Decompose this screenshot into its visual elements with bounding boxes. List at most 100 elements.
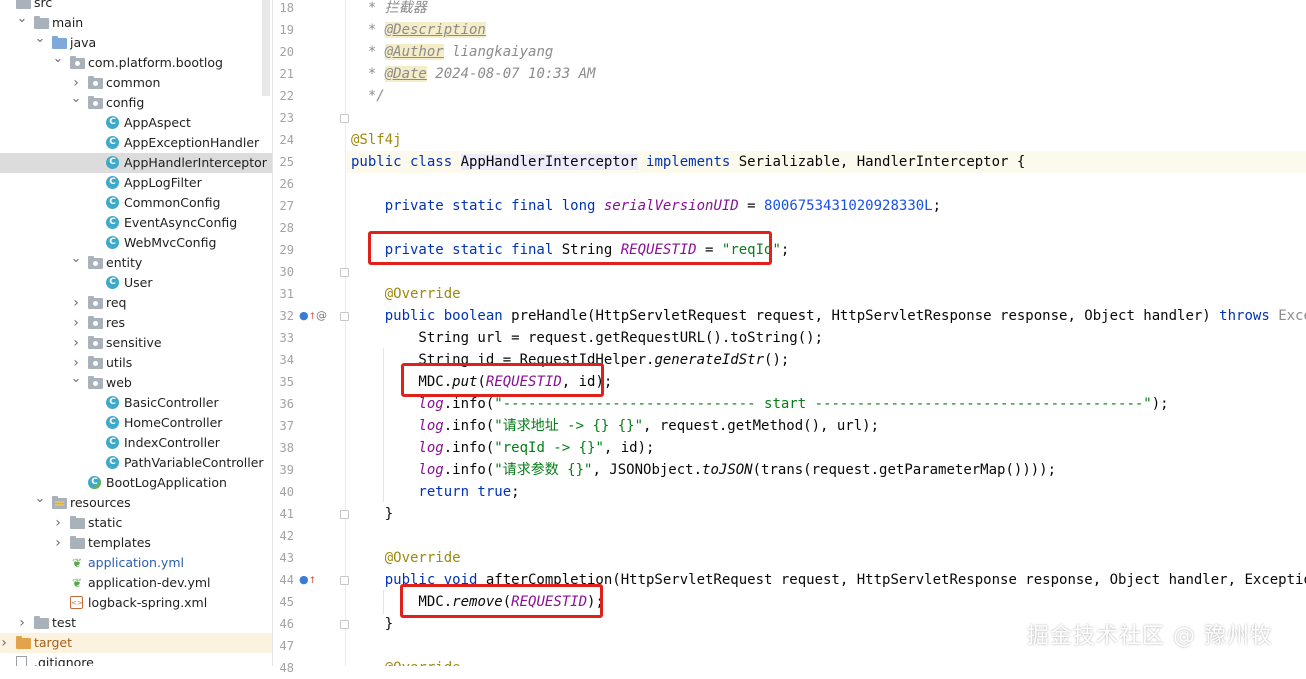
code-line[interactable]: }	[351, 503, 393, 525]
tree-item[interactable]: › sensitive	[0, 333, 272, 353]
tree-item[interactable]: › test	[0, 613, 272, 633]
collapse-arrow-icon[interactable]: ›	[70, 73, 82, 93]
fold-toggle-icon[interactable]	[340, 114, 349, 123]
tree-item[interactable]: ⌄ java	[0, 32, 272, 53]
code-line[interactable]: * @Author liangkaiyang	[351, 41, 553, 63]
tree-item[interactable]: C IndexController	[0, 433, 272, 453]
tree-item[interactable]: C HomeController	[0, 413, 272, 433]
code-token: ;	[780, 242, 790, 258]
expand-arrow-icon[interactable]: ⌄	[70, 92, 82, 113]
fold-toggle-icon[interactable]	[340, 312, 349, 321]
code-line[interactable]: @Slf4j	[351, 129, 402, 151]
tree-item[interactable]: C AppAspect	[0, 113, 272, 133]
expand-arrow-icon[interactable]: ⌄	[34, 492, 46, 513]
tree-item-label: application-dev.yml	[88, 575, 211, 590]
collapse-arrow-icon[interactable]: ›	[52, 513, 64, 533]
fold-toggle-icon[interactable]	[340, 510, 349, 519]
expand-arrow-icon[interactable]: ⌄	[70, 252, 82, 273]
tree-item[interactable]: C AppHandlerInterceptor	[0, 153, 272, 173]
code-line[interactable]: */	[351, 85, 385, 107]
code-line[interactable]: * @Date 2024-08-07 10:33 AM	[351, 63, 595, 85]
tree-item[interactable]: C AppExceptionHandler	[0, 133, 272, 153]
collapse-arrow-icon[interactable]: ›	[70, 293, 82, 313]
code-line[interactable]: * @Description	[351, 19, 486, 41]
tree-item-label: application.yml	[88, 555, 184, 570]
tree-item[interactable]: ⌄ main	[0, 12, 272, 33]
tree-item[interactable]: C User	[0, 273, 272, 293]
tree-item[interactable]: ⌄ web	[0, 372, 272, 393]
fold-toggle-icon[interactable]	[340, 620, 349, 629]
collapse-arrow-icon[interactable]: ›	[70, 333, 82, 353]
code-token: log	[351, 396, 444, 412]
collapse-arrow-icon[interactable]: ›	[0, 633, 10, 653]
tree-item[interactable]: C EventAsyncConfig	[0, 213, 272, 233]
tree-item[interactable]: C AppLogFilter	[0, 173, 272, 193]
line-number: 41	[279, 507, 294, 521]
code-token: ;	[932, 198, 942, 214]
code-token: generateIdStr	[654, 352, 765, 368]
expand-arrow-icon[interactable]: ⌄	[34, 32, 46, 53]
tree-item[interactable]: › utils	[0, 353, 272, 373]
tree-item[interactable]: C BasicController	[0, 393, 272, 413]
code-line[interactable]: }	[351, 613, 393, 635]
collapse-arrow-icon[interactable]: ›	[52, 533, 64, 553]
tree-scrollbar[interactable]	[262, 0, 270, 96]
tree-item[interactable]: › target	[0, 633, 272, 653]
code-editor[interactable]: * 拦截器 * @Description * @Author liangkaiy…	[346, 0, 1306, 666]
code-line[interactable]: @Override	[351, 283, 461, 305]
code-line[interactable]: String url = request.getRequestURL().toS…	[351, 327, 823, 349]
collapse-arrow-icon[interactable]: ›	[70, 353, 82, 373]
tree-item[interactable]: C CommonConfig	[0, 193, 272, 213]
tree-item[interactable]: › res	[0, 313, 272, 333]
tree-item[interactable]: ⌄ resources	[0, 492, 272, 513]
tree-item[interactable]: .gitignore	[0, 653, 272, 666]
code-line[interactable]: log.info("请求参数 {}", JSONObject.toJSON(tr…	[351, 459, 1056, 481]
fold-toggle-icon[interactable]	[340, 576, 349, 585]
tree-item[interactable]: ⌄ entity	[0, 252, 272, 273]
package-icon	[88, 376, 103, 389]
override-marker-icon[interactable]: ●↑	[299, 309, 316, 324]
tree-item[interactable]: › req	[0, 293, 272, 313]
line-number: 25	[279, 155, 294, 169]
expand-arrow-icon[interactable]: ⌄	[16, 12, 28, 33]
package-icon	[88, 256, 103, 269]
tree-item[interactable]: › common	[0, 73, 272, 93]
line-number: 43	[279, 551, 294, 565]
fold-toggle-icon[interactable]	[340, 268, 349, 277]
tree-item[interactable]: C WebMvcConfig	[0, 233, 272, 253]
code-token: serialVersionUID	[603, 198, 739, 214]
collapse-arrow-icon[interactable]: ›	[16, 613, 28, 633]
tree-item-label: entity	[106, 255, 143, 270]
tree-item[interactable]: ❦ application-dev.yml	[0, 573, 272, 593]
line-number: 42	[279, 529, 294, 543]
tree-item[interactable]: ❦ application.yml	[0, 553, 272, 573]
tree-item[interactable]: C PathVariableController	[0, 453, 272, 473]
code-line[interactable]: return true;	[351, 481, 519, 503]
tree-item-label: CommonConfig	[124, 195, 221, 210]
code-line[interactable]: log.info("reqId -> {}", id);	[351, 437, 654, 459]
tree-item-label: common	[106, 75, 161, 90]
code-line[interactable]: log.info("请求地址 -> {} {}", request.getMet…	[351, 415, 879, 437]
override-marker-icon[interactable]: ●↑	[299, 573, 316, 588]
line-number: 26	[279, 177, 294, 191]
line-number: 35	[279, 375, 294, 389]
tree-item[interactable]: › templates	[0, 533, 272, 553]
tree-item[interactable]: ⌄ com.platform.bootlog	[0, 52, 272, 73]
tree-item[interactable]: <> logback-spring.xml	[0, 593, 272, 613]
collapse-arrow-icon[interactable]: ›	[70, 313, 82, 333]
code-line[interactable]: * 拦截器	[351, 0, 427, 19]
tree-item[interactable]: C BootLogApplication	[0, 473, 272, 493]
code-line[interactable]: @Override	[351, 657, 461, 666]
tree-item-label: templates	[88, 535, 151, 550]
expand-arrow-icon[interactable]: ⌄	[70, 372, 82, 393]
tree-item[interactable]: ⌄ config	[0, 92, 272, 113]
code-line[interactable]: public boolean preHandle(HttpServletRequ…	[351, 305, 1306, 327]
tree-item[interactable]: src	[0, 0, 272, 13]
tree-item[interactable]: › static	[0, 513, 272, 533]
code-line[interactable]: public class AppHandlerInterceptor imple…	[346, 151, 1306, 173]
code-line[interactable]: @Override	[351, 547, 461, 569]
at-marker-icon[interactable]: @	[316, 309, 327, 323]
code-line[interactable]: private static final long serialVersionU…	[351, 195, 941, 217]
expand-arrow-icon[interactable]: ⌄	[52, 52, 64, 73]
tree-item-label: PathVariableController	[124, 455, 264, 470]
